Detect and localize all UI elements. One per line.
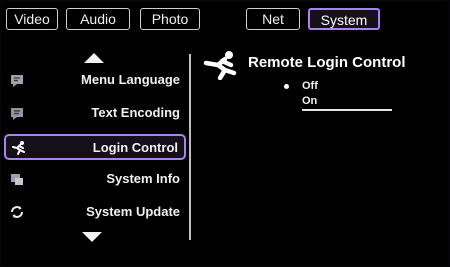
menu-item-login-control[interactable]: Login Control bbox=[4, 134, 186, 160]
panel-divider bbox=[189, 54, 191, 240]
option-underline bbox=[302, 109, 392, 111]
selected-bullet-icon bbox=[284, 84, 289, 89]
menu-item-label: Text Encoding bbox=[91, 105, 180, 120]
menu-item-label: System Info bbox=[106, 171, 180, 186]
menu-item-system-update[interactable]: System Update bbox=[4, 200, 186, 226]
encoding-icon bbox=[11, 108, 23, 120]
update-icon bbox=[11, 206, 23, 218]
tab-photo[interactable]: Photo bbox=[140, 8, 200, 30]
info-icon bbox=[11, 174, 23, 185]
menu-item-menu-language[interactable]: Menu Language bbox=[4, 68, 186, 94]
login-runner-icon bbox=[203, 51, 237, 80]
menu-item-label: System Update bbox=[86, 204, 180, 219]
menu-item-label: Menu Language bbox=[81, 72, 180, 87]
scroll-down-arrow-icon[interactable] bbox=[82, 232, 102, 242]
tab-system[interactable]: System bbox=[308, 8, 380, 30]
option-off[interactable]: Off bbox=[302, 80, 318, 92]
tab-net[interactable]: Net bbox=[246, 8, 300, 30]
option-on[interactable]: On bbox=[302, 95, 317, 107]
panel-title: Remote Login Control bbox=[248, 54, 406, 71]
language-icon bbox=[11, 75, 23, 87]
login-runner-icon bbox=[12, 141, 25, 155]
menu-item-system-info[interactable]: System Info bbox=[4, 167, 186, 193]
scroll-up-arrow-icon[interactable] bbox=[84, 53, 104, 63]
menu-item-label: Login Control bbox=[92, 140, 178, 155]
tab-video[interactable]: Video bbox=[6, 8, 58, 30]
tab-audio[interactable]: Audio bbox=[66, 8, 130, 30]
menu-item-text-encoding[interactable]: Text Encoding bbox=[4, 101, 186, 127]
